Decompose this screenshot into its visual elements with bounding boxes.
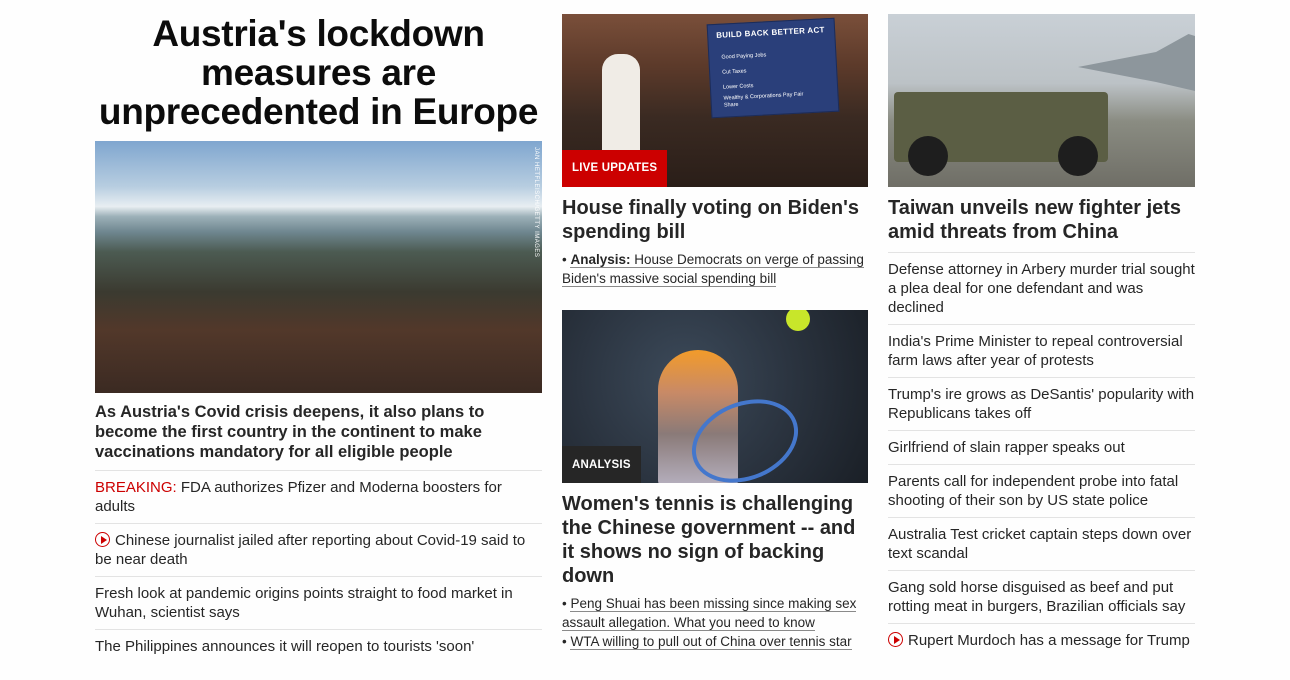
list-item-text: Girlfriend of slain rapper speaks out [888, 439, 1125, 456]
analysis-label: Analysis: [570, 252, 631, 267]
list-item-text: Parents call for independent probe into … [888, 473, 1179, 509]
hero-image-innsbruck-market[interactable]: JAN HETFLEISCH/GETTY IMAGES [95, 141, 542, 393]
analysis-link[interactable]: • Analysis: House Democrats on verge of … [562, 250, 868, 288]
analysis-link-text: Analysis: House Democrats on verge of pa… [562, 252, 864, 287]
tennis-image[interactable]: ANALYSIS [562, 310, 868, 483]
related-link-text: Peng Shuai has been missing since making… [562, 596, 857, 631]
left-story-list: BREAKING: FDA authorizes Pfizer and Mode… [95, 471, 542, 663]
related-link-text: WTA willing to pull out of China over te… [570, 634, 852, 650]
image-credit: JAN HETFLEISCH/GETTY IMAGES [533, 147, 539, 258]
hero-headline[interactable]: Austria's lockdown measures are unpreced… [95, 14, 542, 131]
list-item-text: Trump's ire grows as DeSantis' popularit… [888, 386, 1195, 422]
list-item[interactable]: Gang sold horse disguised as beef and pu… [888, 571, 1195, 624]
middle-column: BUILD BACK BETTER ACT Good Paying Jobs C… [562, 14, 868, 651]
jeep-wheel [1058, 136, 1098, 176]
analysis-badge: ANALYSIS [562, 446, 641, 483]
left-column: Austria's lockdown measures are unpreced… [95, 14, 542, 663]
board-lines: Good Paying Jobs Cut Taxes Lower Costs W… [721, 47, 804, 110]
list-item-text: Gang sold horse disguised as beef and pu… [888, 579, 1186, 615]
right-story-list: Defense attorney in Arbery murder trial … [888, 253, 1195, 657]
breaking-label: BREAKING: [95, 479, 177, 496]
list-item-text: The Philippines announces it will reopen… [95, 638, 475, 655]
list-item[interactable]: The Philippines announces it will reopen… [95, 630, 542, 663]
fighter-jet-image[interactable] [888, 14, 1195, 187]
biden-bill-headline[interactable]: House finally voting on Biden's spending… [562, 196, 868, 244]
list-item-text: Fresh look at pandemic origins points st… [95, 585, 513, 621]
list-item-text: India's Prime Minister to repeal controv… [888, 333, 1183, 369]
list-item-text: Defense attorney in Arbery murder trial … [888, 261, 1195, 316]
play-video-icon [888, 632, 903, 647]
related-link[interactable]: • Peng Shuai has been missing since maki… [562, 594, 868, 632]
taiwan-headline[interactable]: Taiwan unveils new fighter jets amid thr… [888, 196, 1195, 253]
build-back-better-board: BUILD BACK BETTER ACT Good Paying Jobs C… [706, 17, 840, 119]
play-video-icon [95, 532, 110, 547]
congress-image[interactable]: BUILD BACK BETTER ACT Good Paying Jobs C… [562, 14, 868, 187]
list-item-text: Rupert Murdoch has a message for Trump [908, 632, 1190, 649]
related-link[interactable]: • WTA willing to pull out of China over … [562, 632, 868, 651]
list-item-breaking[interactable]: BREAKING: FDA authorizes Pfizer and Mode… [95, 471, 542, 524]
speaker-figure [602, 54, 640, 164]
tennis-headline[interactable]: Women's tennis is challenging the Chines… [562, 492, 868, 588]
list-item[interactable]: Trump's ire grows as DeSantis' popularit… [888, 378, 1195, 431]
live-updates-badge: LIVE UPDATES [562, 150, 668, 187]
list-item[interactable]: Parents call for independent probe into … [888, 465, 1195, 518]
jeep-wheel [908, 136, 948, 176]
fighter-jet [1078, 34, 1195, 94]
list-item-text: Australia Test cricket captain steps dow… [888, 526, 1192, 562]
right-column: Taiwan unveils new fighter jets amid thr… [888, 14, 1195, 657]
tennis-ball [786, 310, 810, 331]
hero-caption-link[interactable]: As Austria's Covid crisis deepens, it al… [95, 402, 542, 471]
list-item[interactable]: Girlfriend of slain rapper speaks out [888, 431, 1195, 465]
list-item[interactable]: Defense attorney in Arbery murder trial … [888, 253, 1195, 325]
list-item-video[interactable]: Rupert Murdoch has a message for Trump [888, 624, 1195, 657]
board-line: Wealthy & Corporations Pay Fair Share [723, 91, 804, 109]
list-item-text: Chinese journalist jailed after reportin… [95, 532, 526, 568]
list-item-video[interactable]: Chinese journalist jailed after reportin… [95, 524, 542, 577]
list-item[interactable]: Australia Test cricket captain steps dow… [888, 518, 1195, 571]
list-item[interactable]: India's Prime Minister to repeal controv… [888, 325, 1195, 378]
board-title: BUILD BACK BETTER ACT [715, 25, 825, 40]
list-item[interactable]: Fresh look at pandemic origins points st… [95, 577, 542, 630]
